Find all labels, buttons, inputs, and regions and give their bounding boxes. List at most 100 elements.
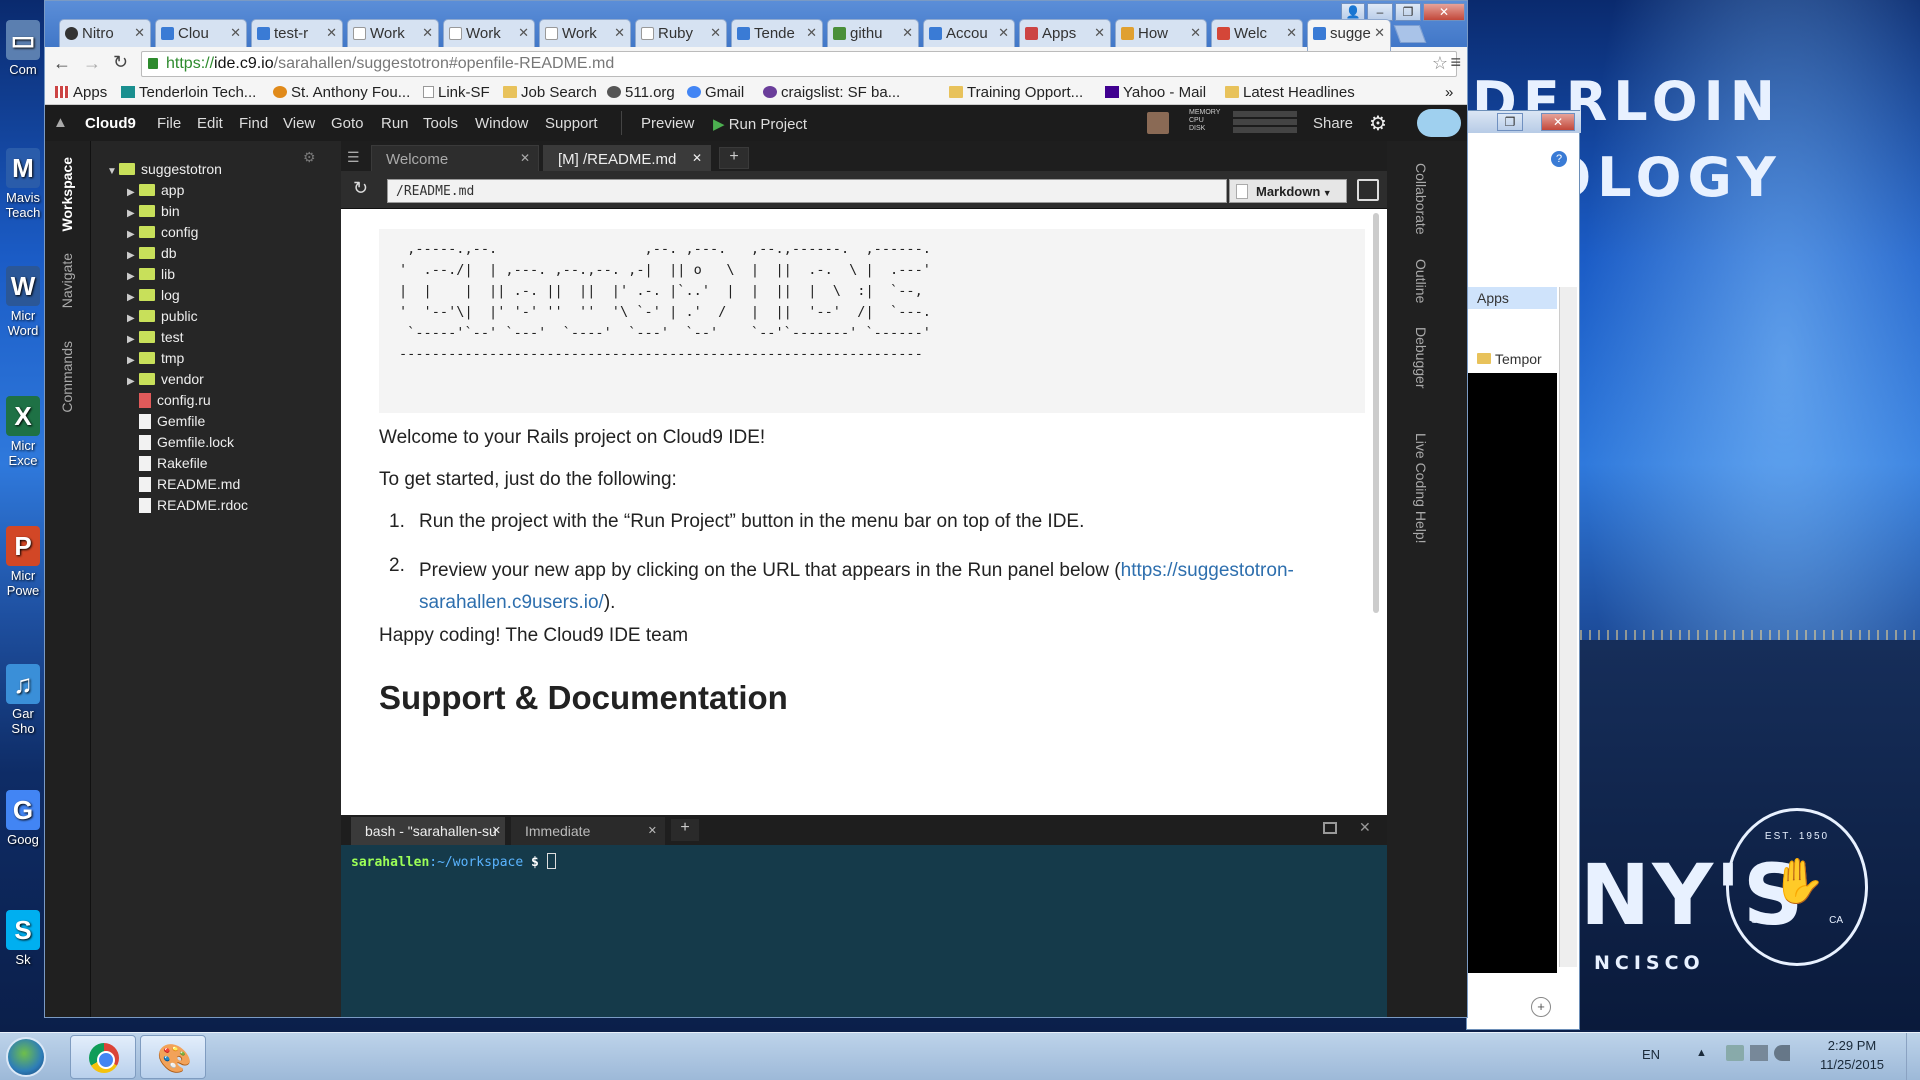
tree-folder[interactable]: ▶ bin [127,203,180,219]
language-indicator[interactable]: EN [1642,1047,1660,1062]
tree-folder[interactable]: ▶ tmp [127,350,184,366]
share-button[interactable]: Share [1313,115,1353,132]
desktop-icon-powerpoint[interactable]: P Micr Powe [0,526,46,598]
ide-brand[interactable]: Cloud9 [85,115,136,132]
close-tab-icon[interactable]: ✕ [518,25,529,41]
tab-debugger[interactable]: Debugger [1413,327,1429,389]
close-tab-icon[interactable]: ✕ [1374,25,1385,41]
forward-arrow-icon[interactable]: → [83,53,101,74]
browser-tab[interactable]: Nitro ✕ [59,19,151,47]
bg-restore-button[interactable]: ❐ [1497,113,1523,131]
tree-folder[interactable]: ▶ db [127,245,177,261]
zoom-in-icon[interactable]: + [1531,997,1551,1017]
network-icon[interactable] [1750,1045,1768,1061]
browser-tab[interactable]: Work ✕ [347,19,439,47]
browser-tab[interactable]: githu ✕ [827,19,919,47]
desktop-icon-google[interactable]: G Goog [0,790,46,847]
avatar[interactable] [1147,112,1169,134]
browser-tab[interactable]: Accou ✕ [923,19,1015,47]
browser-tab[interactable]: Ruby ✕ [635,19,727,47]
tree-folder[interactable]: ▶ public [127,308,198,324]
popout-icon[interactable] [1357,179,1379,201]
tab-outline[interactable]: Outline [1413,259,1429,303]
tab-navigate[interactable]: Navigate [59,253,75,308]
close-tab-icon[interactable]: ✕ [692,151,702,165]
menu-tools[interactable]: Tools [423,115,458,132]
menu-support[interactable]: Support [545,115,598,132]
bookmark-headlines[interactable]: Latest Headlines [1225,84,1355,101]
collapse-menu-icon[interactable]: ▲ [53,114,68,131]
tree-file[interactable]: config.ru [139,392,211,408]
editor-tab-readme[interactable]: [M] /README.md ✕ [543,145,711,171]
tab-commands[interactable]: Commands [59,341,75,413]
tree-file[interactable]: Gemfile.lock [139,434,234,450]
bookmark-link-sf[interactable]: Link-SF [423,84,490,101]
start-button[interactable] [6,1037,46,1077]
back-arrow-icon[interactable]: ← [53,53,71,74]
show-hidden-icons-icon[interactable]: ▲ [1696,1047,1707,1059]
tree-settings-gear-icon[interactable]: ⚙ [303,149,316,166]
close-tab-icon[interactable]: ✕ [1190,25,1201,41]
settings-gear-icon[interactable]: ⚙ [1369,111,1387,136]
bookmark-yahoo[interactable]: Yahoo - Mail [1105,84,1206,101]
bg-scrollbar[interactable] [1559,287,1577,967]
taskbar-chrome[interactable] [70,1035,136,1079]
close-tab-icon[interactable]: ✕ [998,25,1009,41]
bookmark-gmail[interactable]: Gmail [687,84,744,101]
close-tab-icon[interactable]: ✕ [806,25,817,41]
close-tab-icon[interactable]: ✕ [520,151,530,165]
close-tab-icon[interactable]: ✕ [1286,25,1297,41]
bookmark-tenderloin[interactable]: Tenderloin Tech... [121,84,256,101]
tree-file[interactable]: README.md [139,476,240,492]
bookmark-star-icon[interactable]: ☆ [1432,53,1448,74]
preview-path-field[interactable]: /README.md [387,179,1227,203]
menu-icon[interactable]: ≡ [1450,52,1461,73]
taskbar-paint[interactable]: 🎨 [140,1035,206,1079]
bookmark-apps[interactable]: Apps [55,84,107,101]
show-desktop-button[interactable] [1906,1033,1920,1080]
desktop-icon-word[interactable]: W Micr Word [0,266,46,338]
close-pane-icon[interactable]: ✕ [1359,819,1371,836]
tree-folder[interactable]: ▶ app [127,182,184,198]
bookmark-511[interactable]: 511.org [607,84,675,101]
preview-button[interactable]: Preview [641,115,694,132]
editor-tab-welcome[interactable]: Welcome ✕ [371,145,539,171]
bg-temp-item[interactable]: Tempor [1477,351,1542,367]
volume-icon[interactable] [1774,1045,1790,1061]
tree-folder[interactable]: ▶ vendor [127,371,204,387]
cloud9-logo-icon[interactable] [1417,109,1461,137]
clock-date[interactable]: 11/25/2015 [1810,1057,1894,1072]
browser-tab[interactable]: Welc ✕ [1211,19,1303,47]
tab-collaborate[interactable]: Collaborate [1413,163,1429,235]
browser-tab[interactable]: Tende ✕ [731,19,823,47]
tree-folder[interactable]: ▶ log [127,287,180,303]
close-tab-icon[interactable]: ✕ [614,25,625,41]
maximize-pane-icon[interactable] [1323,822,1337,834]
menu-edit[interactable]: Edit [197,115,223,132]
close-tab-icon[interactable]: ✕ [710,25,721,41]
browser-tab[interactable]: Apps ✕ [1019,19,1111,47]
browser-tab[interactable]: Work ✕ [539,19,631,47]
browser-tab-active[interactable]: sugge ✕ [1307,19,1391,51]
action-center-icon[interactable] [1726,1045,1744,1061]
new-tab-button[interactable] [1393,25,1427,43]
close-tab-icon[interactable]: ✕ [648,824,657,837]
menu-goto[interactable]: Goto [331,115,364,132]
close-tab-icon[interactable]: ✕ [326,25,337,41]
close-tab-icon[interactable]: ✕ [902,25,913,41]
close-window-button[interactable]: ✕ [1423,3,1465,21]
menu-run[interactable]: Run [381,115,409,132]
tree-folder[interactable]: ▶ test [127,329,184,345]
close-tab-icon[interactable]: ✕ [134,25,145,41]
browser-tab[interactable]: Work ✕ [443,19,535,47]
app-url-link[interactable]: https://suggestotron- [1121,560,1294,581]
tree-file[interactable]: Gemfile [139,413,205,429]
tab-list-icon[interactable]: ☰ [347,149,360,166]
desktop-icon-excel[interactable]: X Micr Exce [0,396,46,468]
menu-find[interactable]: Find [239,115,268,132]
chrome-window[interactable]: 👤 – ❐ ✕ Nitro ✕ Clou ✕ test-r ✕ Work ✕ Work ✕… [44,0,1468,1018]
desktop-icon-computer[interactable]: ▭ Com [0,20,46,77]
more-bookmarks-button[interactable]: » [1445,84,1453,101]
maximize-button[interactable]: ❐ [1395,3,1421,21]
tree-file[interactable]: Rakefile [139,455,208,471]
